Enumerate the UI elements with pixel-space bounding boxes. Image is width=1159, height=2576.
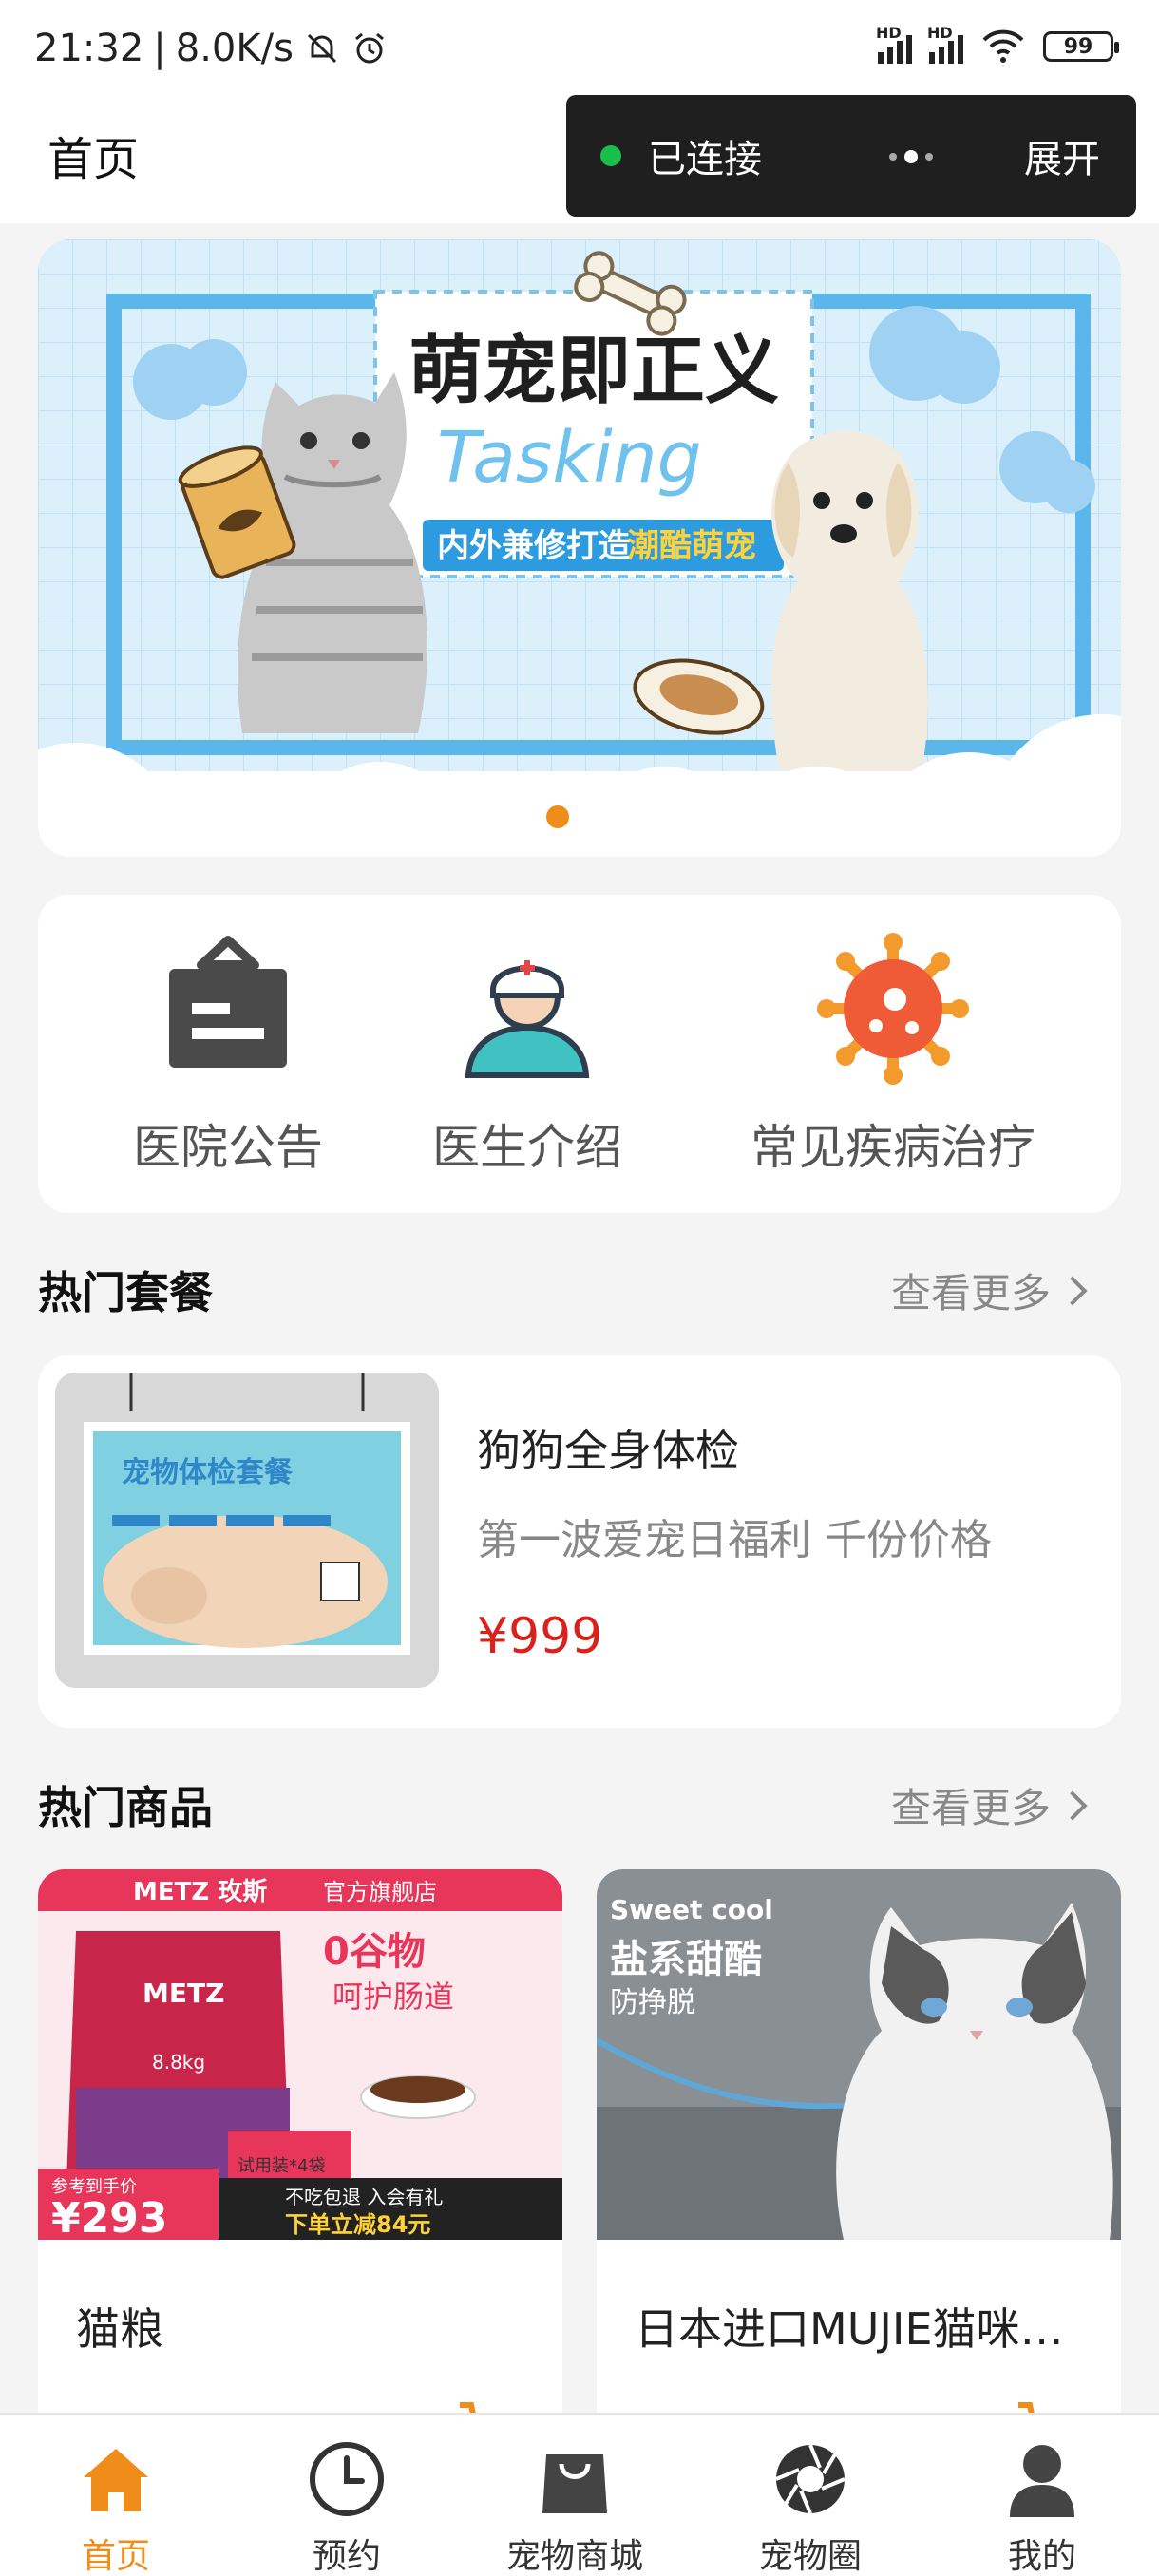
quick-menu: 医院公告 医生介绍 常见疾病治疗: [38, 895, 1121, 1213]
svg-text:内外兼修打造: 内外兼修打造: [437, 527, 631, 565]
more-dots-icon[interactable]: [889, 150, 933, 163]
svg-text:宠物体检套餐: 宠物体检套餐: [122, 1456, 294, 1489]
home-icon: [84, 2449, 148, 2511]
alarm-clock-icon: [354, 32, 384, 64]
virus-icon: [817, 933, 969, 1085]
tab-pet-circle[interactable]: 宠物圈: [739, 2439, 882, 2576]
chevron-right-icon: [1057, 1790, 1088, 1821]
quick-item-label: 常见疾病治疗: [750, 1120, 1036, 1175]
svg-text:METZ: METZ: [142, 1978, 224, 2009]
tab-home[interactable]: 首页: [45, 2439, 187, 2576]
chevron-right-icon: [1057, 1275, 1088, 1306]
section-title-hot-packages: 热门套餐: [38, 1267, 213, 1318]
connected-dot-icon: [600, 145, 621, 166]
signal-icon-2: HD: [927, 24, 963, 64]
svg-text:试用装*4袋: 试用装*4袋: [238, 2156, 325, 2176]
signal-icon: HD: [876, 24, 912, 64]
doctor-icon: [465, 960, 590, 1078]
product-card[interactable]: METZ 玫斯 官方旗舰店 METZ 8.8kg 0谷物 呵护肠道 试用装*4袋…: [38, 1869, 562, 2439]
package-card[interactable]: 宠物体检套餐 狗狗全身体检 第一波爱宠日福利 千份价格 ¥999: [38, 1355, 1121, 1728]
banner-illustration: 萌宠即正义 Tasking 内外兼修打造 潮酷萌宠: [38, 239, 1121, 857]
banner-headline: 萌宠即正义: [408, 328, 779, 414]
view-more-products-button[interactable]: 查看更多: [891, 1776, 1088, 1834]
notice-board-icon: [169, 936, 287, 1068]
product-image-cat-food: METZ 玫斯 官方旗舰店 METZ 8.8kg 0谷物 呵护肠道 试用装*4袋…: [38, 1869, 562, 2240]
svg-text:不吃包退 入会有礼: 不吃包退 入会有礼: [285, 2186, 443, 2208]
connection-status: 已连接: [648, 138, 762, 181]
network-speed: 8.0K/s: [175, 27, 294, 70]
svg-text:¥293: ¥293: [51, 2194, 167, 2240]
page-title: 首页: [48, 133, 140, 186]
shopping-bag-icon: [542, 2454, 607, 2513]
product-image-cat-leash: Sweet cool 盐系甜酷 防挣脱: [597, 1869, 1121, 2240]
product-name: 日本进口MUJIE猫咪牵引绳: [635, 2303, 1091, 2355]
app-header: 首页 已连接 展开: [0, 95, 1159, 223]
package-description: 第一波爱宠日福利 千份价格: [477, 1516, 992, 1564]
tab-mine[interactable]: 我的: [971, 2439, 1113, 2576]
svg-text:呵护肠道: 呵护肠道: [332, 1979, 454, 2015]
svg-text:METZ 玫斯: METZ 玫斯: [133, 1878, 267, 1906]
package-name: 狗狗全身体检: [477, 1425, 739, 1476]
svg-text:Tasking: Tasking: [437, 417, 702, 499]
carousel-indicator[interactable]: [546, 805, 569, 828]
quick-item-disease-treatment[interactable]: 常见疾病治疗: [741, 933, 1045, 1178]
svg-text:Sweet cool: Sweet cool: [610, 1894, 773, 1925]
svg-text:8.8kg: 8.8kg: [152, 2051, 205, 2074]
svg-text:官方旗舰店: 官方旗舰店: [323, 1879, 437, 1905]
view-more-packages-button[interactable]: 查看更多: [891, 1261, 1088, 1319]
connection-pill[interactable]: 已连接 展开: [566, 95, 1136, 217]
wifi-icon: [982, 29, 1024, 63]
quick-item-label: 医院公告: [133, 1120, 323, 1175]
product-name: 猫粮: [76, 2303, 163, 2355]
user-icon: [1010, 2445, 1074, 2517]
status-bar: 21:32 | 8.0K/s HD HD 99: [0, 0, 1159, 95]
quick-item-doctor-intro[interactable]: 医生介绍: [423, 933, 632, 1178]
battery-icon: 99: [1043, 31, 1119, 62]
dog-illustration: [770, 430, 928, 771]
svg-text:潮酷萌宠: 潮酷萌宠: [627, 527, 756, 565]
section-title-hot-products: 热门商品: [38, 1782, 213, 1833]
svg-text:防挣脱: 防挣脱: [610, 1986, 695, 2019]
status-left: 21:32 | 8.0K/s: [34, 27, 389, 70]
status-time: 21:32: [34, 27, 144, 70]
svg-text:下单立减84元: 下单立减84元: [285, 2211, 430, 2238]
package-image: 宠物体检套餐: [55, 1373, 439, 1688]
product-card[interactable]: Sweet cool 盐系甜酷 防挣脱 日本进口MUJIE猫咪牵引绳: [597, 1869, 1121, 2439]
package-price: ¥999: [477, 1608, 603, 1665]
quick-item-label: 医生介绍: [432, 1120, 622, 1175]
clock-icon: [310, 2442, 384, 2516]
quick-item-hospital-notice[interactable]: 医院公告: [124, 933, 332, 1178]
aperture-icon: [775, 2444, 846, 2514]
expand-button[interactable]: 展开: [1024, 128, 1100, 183]
tab-appointment[interactable]: 预约: [276, 2439, 418, 2576]
promo-banner[interactable]: 萌宠即正义 Tasking 内外兼修打造 潮酷萌宠: [38, 239, 1121, 857]
svg-text:0谷物: 0谷物: [323, 1930, 426, 1974]
status-right: HD HD 99: [876, 24, 1119, 65]
mute-bell-icon: [307, 33, 336, 64]
bottom-tab-bar: 首页 预约 宠物商城 宠物圈 我的: [0, 2413, 1159, 2576]
svg-text:盐系甜酷: 盐系甜酷: [610, 1938, 762, 1981]
tab-pet-mall[interactable]: 宠物商城: [504, 2439, 646, 2576]
